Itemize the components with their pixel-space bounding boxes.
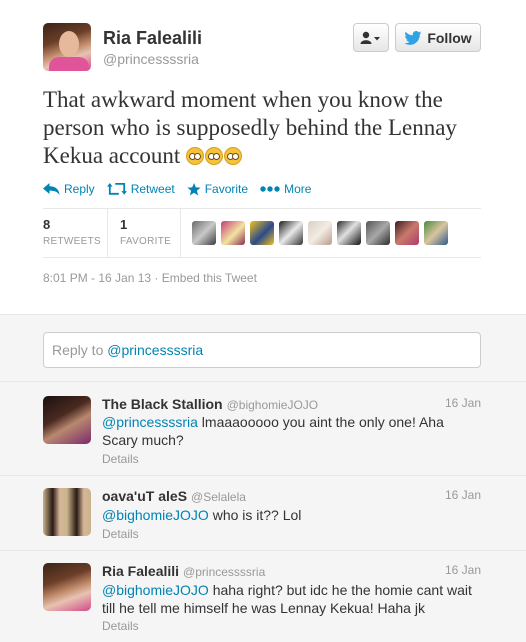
reply-author-name: oava'uT aleS — [102, 488, 188, 504]
favorites-stat[interactable]: 1 FAVORITE — [120, 217, 171, 247]
user-avatar[interactable] — [250, 221, 274, 245]
retweet-label: Retweet — [130, 182, 175, 196]
follow-label: Follow — [427, 29, 472, 46]
tweet-text-body: That awkward moment when you know the pe… — [43, 87, 457, 168]
embed-tweet-link[interactable]: Embed this Tweet — [162, 271, 257, 285]
user-avatar[interactable] — [192, 221, 216, 245]
main-tweet: Ria Falealili @princessssria Follow That… — [0, 0, 526, 314]
reply-author-handle: @princessssria — [183, 565, 266, 579]
user-avatar[interactable] — [43, 563, 91, 611]
reply-placeholder-prefix: Reply to — [52, 342, 104, 358]
reply-text: @princessssria lmaaaooooo you aint the o… — [102, 413, 482, 449]
reply-date[interactable]: 16 Jan — [445, 396, 481, 410]
reply-details-link[interactable]: Details — [102, 527, 139, 541]
reply-author[interactable]: The Black Stallion @bighomieJOJO — [102, 396, 318, 412]
reply-label: Reply — [64, 182, 95, 196]
reply-tweet[interactable]: Ria Falealili @princessssria 16 Jan @bigh… — [0, 551, 526, 642]
flushed-emoji-icon — [186, 143, 243, 168]
favoriter-avatars — [192, 221, 448, 245]
tweet-actions: Reply Retweet Favorite More — [43, 180, 323, 198]
author-handle[interactable]: @princessssria — [103, 51, 199, 67]
reply-text: @bighomieJOJO haha right? but idc he the… — [102, 581, 482, 617]
tweet-text: That awkward moment when you know the pe… — [43, 86, 483, 170]
favorites-label: FAVORITE — [120, 236, 172, 247]
user-avatar[interactable] — [279, 221, 303, 245]
favorite-label: Favorite — [204, 182, 249, 196]
reply-text: @bighomieJOJO who is it?? Lol — [102, 506, 482, 524]
reply-author[interactable]: oava'uT aleS @Selalela — [102, 488, 246, 504]
user-avatar[interactable] — [395, 221, 419, 245]
user-avatar[interactable] — [43, 488, 91, 536]
user-avatar[interactable] — [308, 221, 332, 245]
user-avatar[interactable] — [337, 221, 361, 245]
twitter-bird-icon — [404, 30, 422, 45]
reply-author[interactable]: Ria Falealili @princessssria — [102, 563, 265, 579]
reply-author-name: The Black Stallion — [102, 396, 223, 412]
follow-button[interactable]: Follow — [395, 23, 481, 52]
reply-mention[interactable]: @princessssria — [102, 414, 198, 430]
reply-text-body: who is it?? Lol — [208, 507, 302, 523]
tweet-stats: 8 RETWEETS 1 FAVORITE — [43, 208, 481, 258]
user-actions-button[interactable] — [353, 23, 389, 52]
reply-details-link[interactable]: Details — [102, 619, 139, 633]
reply-tweet[interactable]: oava'uT aleS @Selalela 16 Jan @bighomieJO… — [0, 476, 526, 551]
tweet-timestamp[interactable]: 8:01 PM - 16 Jan 13 — [43, 271, 151, 285]
reply-author-handle: @bighomieJOJO — [226, 398, 319, 412]
reply-mention[interactable]: @bighomieJOJO — [102, 507, 209, 523]
author-name[interactable]: Ria Falealili — [103, 28, 202, 49]
reply-icon — [43, 183, 60, 195]
retweets-stat[interactable]: 8 RETWEETS — [43, 217, 101, 247]
reply-date[interactable]: 16 Jan — [445, 563, 481, 577]
reply-details-link[interactable]: Details — [102, 452, 139, 466]
retweet-action[interactable]: Retweet — [106, 182, 175, 196]
reply-placeholder-mention: @princessssria — [107, 342, 204, 358]
reply-area: Reply to @princessssria — [0, 314, 526, 382]
user-avatar[interactable] — [221, 221, 245, 245]
user-avatar[interactable] — [366, 221, 390, 245]
retweet-icon — [106, 182, 127, 195]
reply-action[interactable]: Reply — [43, 182, 95, 196]
star-icon — [187, 182, 201, 195]
reply-author-handle: @Selalela — [191, 490, 246, 504]
reply-author-name: Ria Falealili — [102, 563, 180, 579]
stats-divider — [107, 209, 108, 257]
reply-date[interactable]: 16 Jan — [445, 488, 481, 502]
more-dots-icon — [260, 186, 280, 192]
user-avatar[interactable] — [43, 396, 91, 444]
more-label: More — [284, 182, 312, 196]
stats-divider — [180, 209, 181, 257]
retweets-label: RETWEETS — [43, 236, 101, 247]
retweets-count: 8 — [43, 217, 51, 232]
reply-mention[interactable]: @bighomieJOJO — [102, 582, 209, 598]
reply-tweet[interactable]: The Black Stallion @bighomieJOJO 16 Jan @… — [0, 382, 526, 476]
favorite-action[interactable]: Favorite — [187, 182, 248, 196]
more-action[interactable]: More — [260, 182, 311, 196]
reply-input[interactable]: Reply to @princessssria — [43, 332, 481, 368]
author-avatar[interactable] — [43, 23, 91, 71]
favorites-count: 1 — [120, 217, 128, 232]
user-dropdown-icon — [360, 31, 380, 44]
user-avatar[interactable] — [424, 221, 448, 245]
tweet-meta: 8:01 PM - 16 Jan 13 · Embed this Tweet — [43, 271, 257, 285]
meta-separator: · — [154, 271, 159, 285]
